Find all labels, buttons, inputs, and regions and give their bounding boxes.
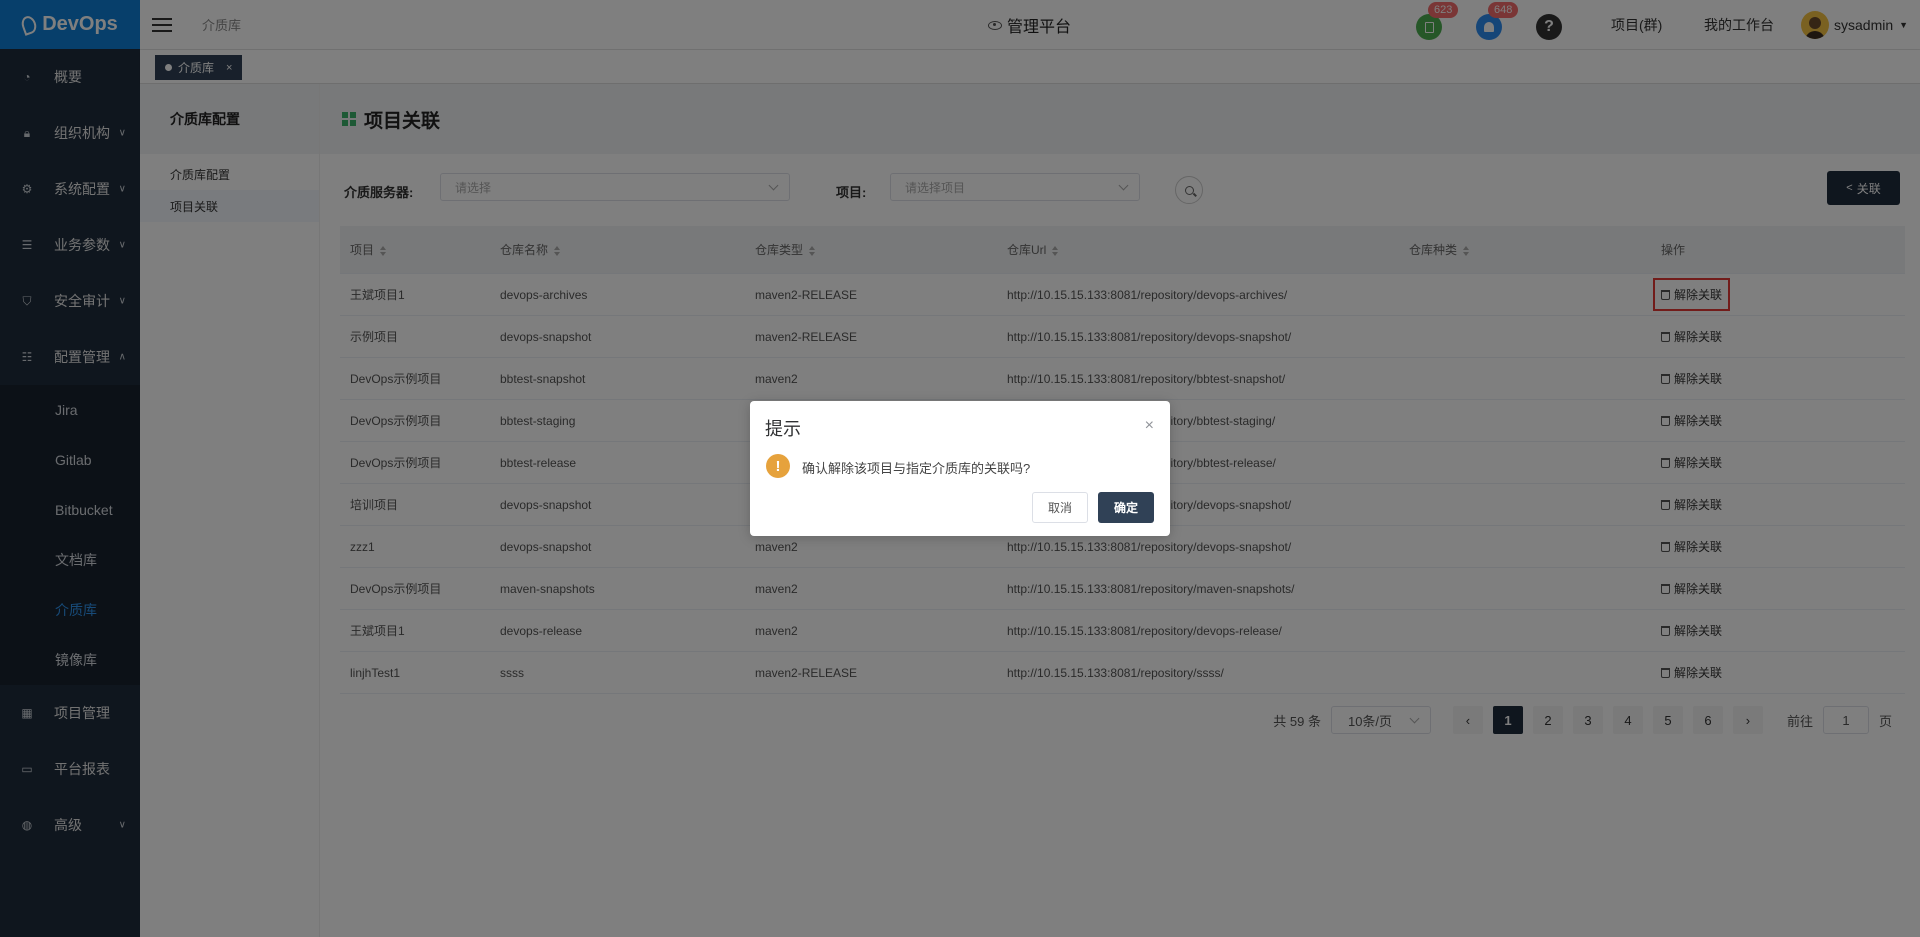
dialog-message: 确认解除该项目与指定介质库的关联吗? [802, 461, 1031, 476]
close-icon[interactable]: × [1145, 417, 1154, 435]
confirm-button[interactable]: 确定 [1098, 492, 1154, 523]
dialog-title: 提示 [765, 419, 801, 439]
confirm-dialog: 提示 × ! 确认解除该项目与指定介质库的关联吗? 取消 确定 [750, 401, 1170, 536]
warning-icon: ! [766, 454, 790, 478]
cancel-button[interactable]: 取消 [1032, 492, 1088, 523]
